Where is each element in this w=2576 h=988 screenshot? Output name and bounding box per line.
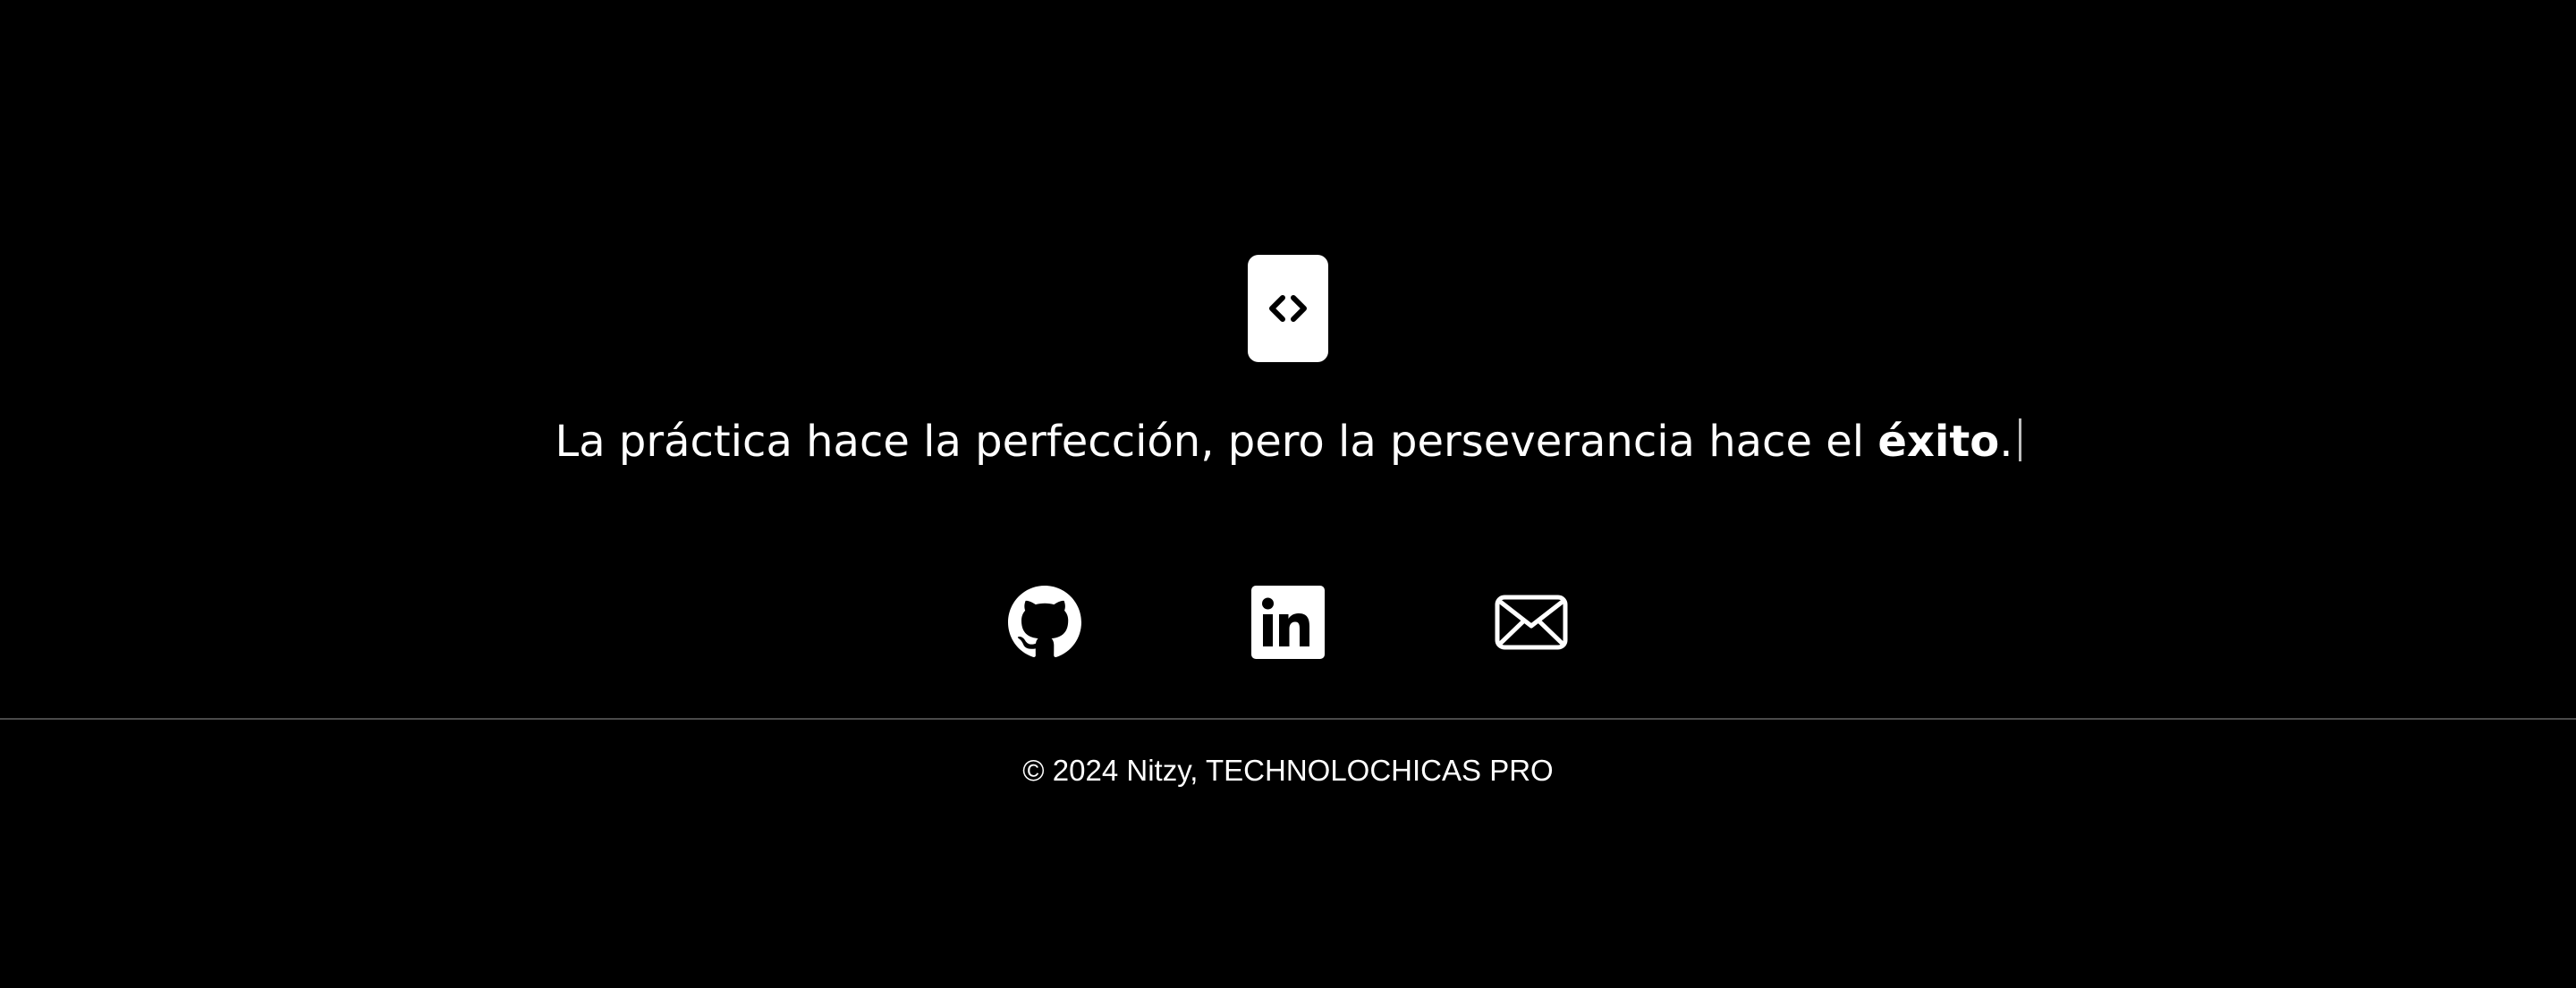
quote-text-end: . (1999, 417, 2013, 467)
email-link[interactable] (1495, 586, 1568, 659)
footer-divider (0, 718, 2576, 720)
github-link[interactable] (1008, 586, 1081, 659)
mail-icon (1495, 595, 1568, 650)
page: La práctica hace la perfección, pero la … (0, 0, 2576, 988)
quote-emphasis: éxito (1877, 417, 2000, 467)
quote-text-main: La práctica hace la perfección, pero la … (555, 417, 1878, 467)
github-icon (1008, 586, 1081, 657)
typing-cursor (2018, 418, 2021, 461)
social-links (0, 586, 2576, 659)
logo[interactable] (1248, 255, 1328, 362)
copyright-text: © 2024 Nitzy, TECHNOLOCHICAS PRO (1022, 754, 1554, 787)
code-brackets-icon (1269, 295, 1307, 322)
linkedin-link[interactable] (1251, 586, 1325, 659)
linkedin-icon (1251, 586, 1325, 659)
quote-text: La práctica hace la perfección, pero la … (0, 411, 2576, 472)
